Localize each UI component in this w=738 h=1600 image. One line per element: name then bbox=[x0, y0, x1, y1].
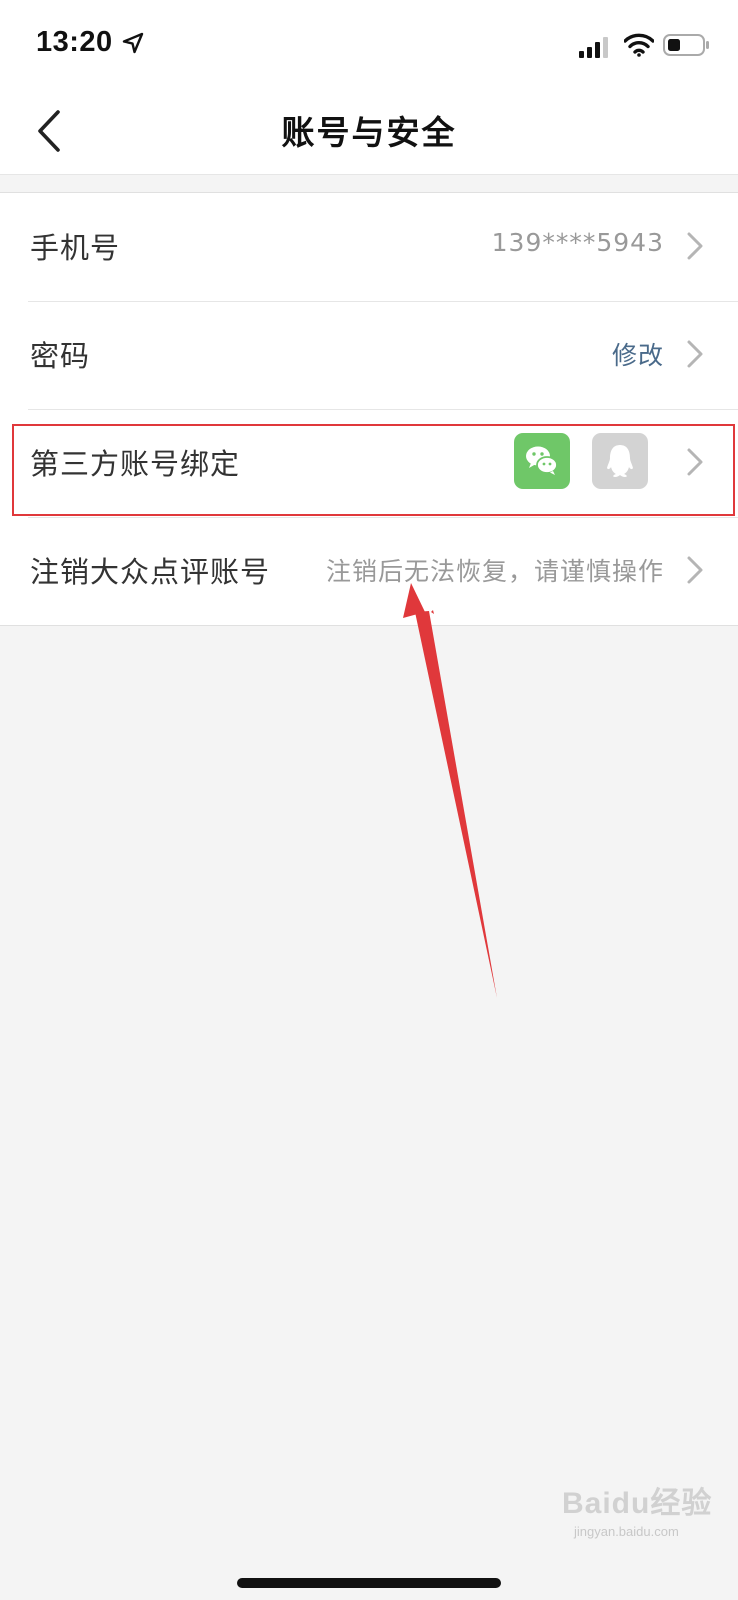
status-time: 13:20 bbox=[36, 26, 113, 58]
third-party-binding-row[interactable]: 第三方账号绑定 bbox=[0, 409, 738, 517]
qq-icon bbox=[607, 445, 633, 477]
qq-binding-badge[interactable] bbox=[592, 433, 648, 489]
password-row[interactable]: 密码 修改 bbox=[0, 301, 738, 409]
wechat-binding-badge[interactable] bbox=[514, 433, 570, 489]
status-bar: 13:20 bbox=[0, 0, 738, 88]
chevron-right-icon bbox=[687, 232, 703, 260]
row-label: 手机号 bbox=[30, 231, 121, 265]
battery-icon bbox=[663, 34, 709, 56]
baidu-watermark-url: jingyan.baidu.com bbox=[574, 1524, 679, 1539]
wifi-icon bbox=[624, 33, 654, 57]
home-indicator bbox=[237, 1578, 501, 1588]
cellular-signal-icon bbox=[579, 37, 608, 58]
chevron-right-icon bbox=[687, 448, 703, 476]
navigation-bar: 账号与安全 bbox=[0, 88, 738, 175]
row-label: 注销大众点评账号 bbox=[30, 555, 271, 589]
phone-number-value: 139****5943 bbox=[491, 228, 664, 257]
baidu-watermark: Baidu经验 bbox=[562, 1487, 713, 1520]
cancel-account-row[interactable]: 注销大众点评账号 注销后无法恢复，请谨慎操作 bbox=[0, 517, 738, 625]
settings-list: 手机号 139****5943 密码 修改 第三方账号绑定 注销大众点评账号 注… bbox=[0, 192, 738, 626]
chevron-right-icon bbox=[687, 340, 703, 368]
wechat-icon bbox=[526, 446, 558, 475]
page-title: 账号与安全 bbox=[281, 113, 457, 152]
row-label: 密码 bbox=[30, 339, 91, 373]
row-label: 第三方账号绑定 bbox=[30, 447, 241, 481]
chevron-right-icon bbox=[687, 556, 703, 584]
phone-number-row[interactable]: 手机号 139****5943 bbox=[0, 193, 738, 301]
cancel-account-warning: 注销后无法恢复，请谨慎操作 bbox=[325, 557, 664, 586]
modify-password-link[interactable]: 修改 bbox=[612, 336, 664, 372]
location-arrow-icon bbox=[122, 32, 144, 54]
